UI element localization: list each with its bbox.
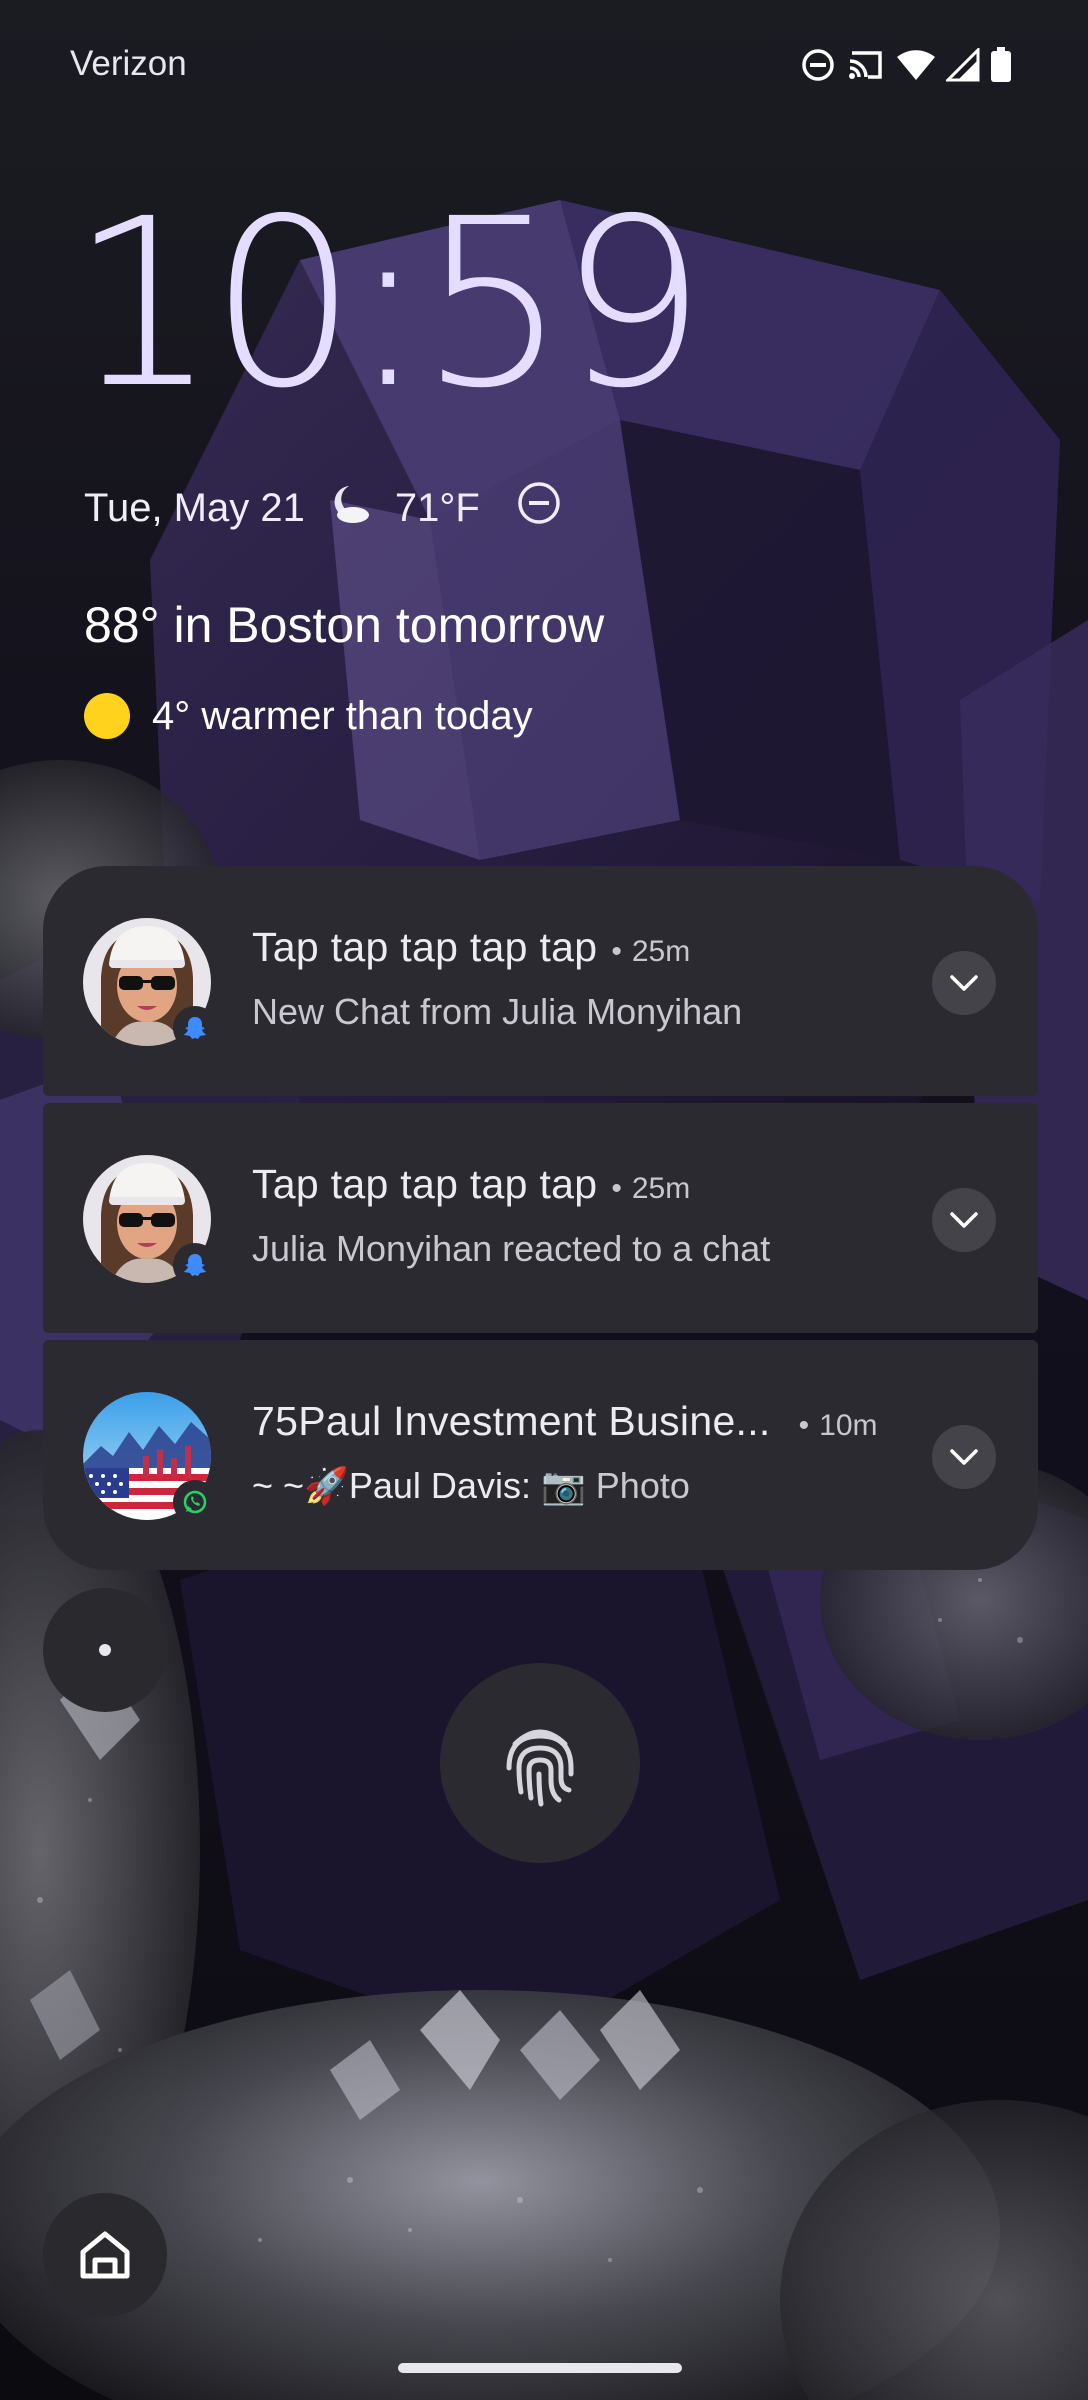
notification-content: Tap tap tap tap tap • 25m New Chat from … <box>252 924 932 1033</box>
separator-dot: • <box>611 1172 622 1205</box>
notification-card[interactable]: 75Paul Investment Busine... • 10m ~ ~🚀Pa… <box>43 1340 1038 1570</box>
date-weather-row[interactable]: Tue, May 21 71°F <box>84 478 562 538</box>
status-icons <box>800 44 1012 86</box>
home-icon <box>80 2231 130 2279</box>
sun-icon <box>84 693 130 739</box>
battery-icon <box>990 47 1012 83</box>
chevron-down-icon <box>950 1449 978 1465</box>
separator-dot: • <box>611 935 622 968</box>
carrier-label: Verizon <box>70 44 187 83</box>
notification-time: 25m <box>631 1172 691 1205</box>
do-not-disturb-icon <box>516 480 562 536</box>
smart-home-button[interactable] <box>43 2193 167 2317</box>
moon-cloud-icon <box>327 482 373 534</box>
notification-title: 75Paul Investment Busine... <box>252 1398 771 1444</box>
notification-content: Tap tap tap tap tap • 25m Julia Monyihan… <box>252 1161 932 1270</box>
overflow-dot-icon <box>99 1644 111 1656</box>
snapchat-icon <box>173 1006 217 1050</box>
expand-notification-button[interactable] <box>932 1188 996 1252</box>
notification-content: 75Paul Investment Busine... • 10m ~ ~🚀Pa… <box>252 1398 932 1507</box>
cast-icon <box>846 47 886 83</box>
weather-comparison-label: 4° warmer than today <box>152 693 533 738</box>
gesture-nav-handle[interactable] <box>398 2363 682 2373</box>
cell-signal-icon <box>946 48 980 82</box>
weather-tomorrow[interactable]: 88° in Boston tomorrow <box>84 596 604 654</box>
notification-title: Tap tap tap tap tap <box>252 1161 598 1207</box>
do-not-disturb-icon <box>800 47 836 83</box>
weather-comparison: 4° warmer than today <box>84 690 533 742</box>
avatar <box>83 1155 217 1287</box>
notification-body: New Chat from Julia Monyihan <box>252 991 743 1032</box>
notification-card[interactable]: Tap tap tap tap tap • 25m Julia Monyihan… <box>43 1103 1038 1333</box>
notification-time: 10m <box>819 1409 878 1442</box>
message-text: 📷 Photo <box>540 1465 690 1506</box>
lockscreen-clock: 10:59 <box>70 169 707 439</box>
avatar <box>83 918 217 1050</box>
message-sender: ~ ~🚀Paul Davis: <box>252 1465 531 1506</box>
notification-overflow-button[interactable] <box>43 1588 167 1712</box>
date-label: Tue, May 21 <box>84 485 305 530</box>
avatar <box>83 1392 217 1524</box>
wifi-icon <box>896 48 936 82</box>
notification-body: ~ ~🚀Paul Davis: 📷 Photo <box>252 1465 932 1507</box>
expand-notification-button[interactable] <box>932 951 996 1015</box>
fingerprint-icon <box>506 1729 574 1807</box>
notification-card[interactable]: Tap tap tap tap tap • 25m New Chat from … <box>43 866 1038 1096</box>
chevron-down-icon <box>950 1212 978 1228</box>
notification-time: 25m <box>631 935 691 968</box>
chevron-down-icon <box>950 975 978 991</box>
separator-dot: • <box>798 1409 810 1442</box>
notification-stack: Tap tap tap tap tap • 25m New Chat from … <box>43 866 1038 1570</box>
snapchat-icon <box>173 1243 217 1287</box>
notification-title: Tap tap tap tap tap <box>252 924 598 970</box>
fingerprint-unlock-button[interactable] <box>440 1663 640 1863</box>
notification-body: Julia Monyihan reacted to a chat <box>252 1228 771 1269</box>
current-temp: 71°F <box>394 485 480 530</box>
whatsapp-icon <box>173 1480 217 1524</box>
expand-notification-button[interactable] <box>932 1425 996 1489</box>
status-bar: Verizon <box>0 0 1088 134</box>
